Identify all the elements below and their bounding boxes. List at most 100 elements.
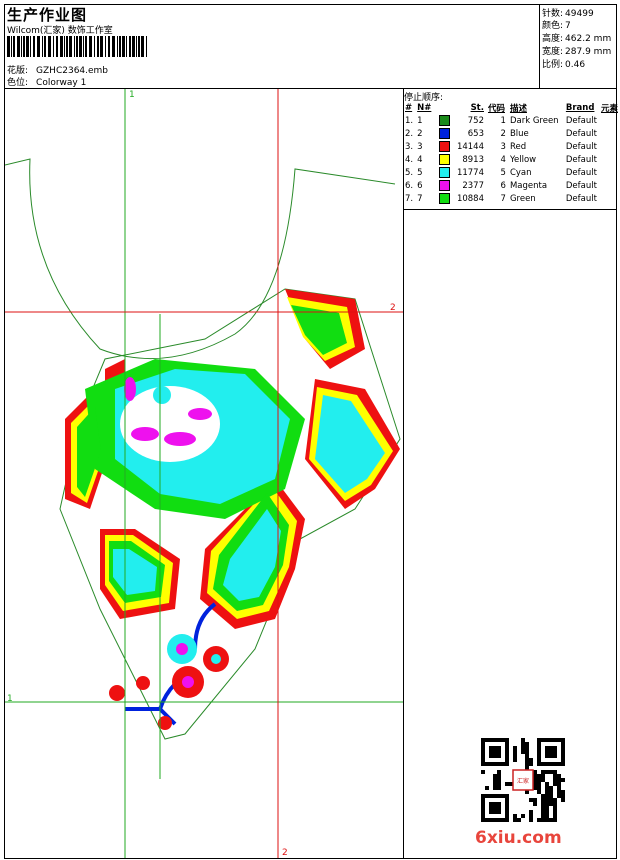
qr-code: 汇家 xyxy=(481,738,565,822)
row-index: 6. xyxy=(405,180,414,191)
row-brand: Default xyxy=(565,115,597,126)
col-description: 描述 xyxy=(509,103,527,114)
design-center-dot xyxy=(153,386,171,404)
stats-divider xyxy=(539,4,540,88)
color-swatch xyxy=(437,166,452,179)
row-brand: Default xyxy=(565,180,597,191)
row-element xyxy=(599,140,620,153)
colorway-label: 色位: xyxy=(7,78,29,88)
row-code: 2 xyxy=(500,128,506,139)
row-brand: Default xyxy=(565,141,597,152)
row-code: 4 xyxy=(500,154,506,165)
row-description: Dark Green xyxy=(509,115,559,126)
row-stitches: 2377 xyxy=(462,180,484,191)
row-description: Yellow xyxy=(509,154,537,165)
row-index: 2. xyxy=(405,128,414,139)
design-stem-blue xyxy=(125,602,217,726)
design-flower-red-1-center xyxy=(211,654,221,664)
row-index: 1. xyxy=(405,115,414,126)
row-element xyxy=(599,153,620,166)
row-index: 5. xyxy=(405,167,414,178)
stop-sequence-table: # N# St. 代码 描述 Brand 元素 1. 1 752 1 Dark Gree… xyxy=(403,101,620,205)
color-swatch xyxy=(437,153,452,166)
legend-divider xyxy=(403,209,617,210)
embroidery-design-canvas: 1 1 2 2 xyxy=(5,89,403,858)
row-description: Magenta xyxy=(509,180,548,191)
row-stitches: 10884 xyxy=(456,193,484,204)
color-swatch-box xyxy=(439,115,451,126)
red-h-guide-label: 2 xyxy=(390,303,396,313)
col-index: # xyxy=(405,102,413,113)
row-needle: 5 xyxy=(417,167,423,178)
red-v-guide-label: 2 xyxy=(282,848,288,858)
row-brand: Default xyxy=(565,128,597,139)
row-brand: Default xyxy=(565,193,597,204)
table-row: 7. 7 10884 7 Green Default xyxy=(403,192,620,205)
row-code: 5 xyxy=(500,167,506,178)
colorway-name: Colorway 1 xyxy=(36,78,87,88)
col-element: 元素 xyxy=(600,103,618,114)
row-description: Cyan xyxy=(509,167,532,178)
color-swatch-box xyxy=(439,154,451,165)
row-index: 4. xyxy=(405,154,414,165)
green-v-guide-label: 1 xyxy=(129,90,135,100)
color-swatch-box xyxy=(439,141,451,152)
color-swatch-box xyxy=(439,128,451,139)
green-h-guide-label: 1 xyxy=(7,694,13,704)
table-row: 6. 6 2377 6 Magenta Default xyxy=(403,179,620,192)
row-index: 3. xyxy=(405,141,414,152)
row-code: 7 xyxy=(500,193,506,204)
row-element xyxy=(599,166,620,179)
col-needle: N# xyxy=(417,102,432,113)
design-berry-1 xyxy=(109,685,125,701)
color-swatch xyxy=(437,140,452,153)
row-brand: Default xyxy=(565,167,597,178)
stat-color-count: 颜色: 7 xyxy=(542,21,571,31)
colorway-line: 色位: Colorway 1 xyxy=(7,75,86,88)
row-needle: 1 xyxy=(417,115,423,126)
qr-stamp-text: 汇家 xyxy=(517,777,529,785)
row-element xyxy=(599,127,620,140)
row-element xyxy=(599,192,620,205)
row-code: 3 xyxy=(500,141,506,152)
table-row: 5. 5 11774 5 Cyan Default xyxy=(403,166,620,179)
row-stitches: 752 xyxy=(467,115,484,126)
sheet-title: 生产作业图 xyxy=(7,6,88,24)
row-code: 1 xyxy=(500,115,506,126)
row-description: Red xyxy=(509,141,527,152)
row-stitches: 11774 xyxy=(456,167,484,178)
row-stitches: 8913 xyxy=(462,154,484,165)
row-index: 7. xyxy=(405,193,414,204)
row-description: Green xyxy=(509,193,536,204)
row-needle: 4 xyxy=(417,154,423,165)
col-stitches: St. xyxy=(470,102,484,113)
row-needle: 3 xyxy=(417,141,423,152)
col-brand: Brand xyxy=(565,102,595,113)
color-swatch xyxy=(437,192,452,205)
row-code: 6 xyxy=(500,180,506,191)
design-flower-cyan-center xyxy=(176,643,188,655)
color-swatch xyxy=(437,114,452,127)
row-needle: 6 xyxy=(417,180,423,191)
row-stitches: 14144 xyxy=(456,141,484,152)
row-element xyxy=(599,179,620,192)
row-stitches: 653 xyxy=(467,128,484,139)
table-header-row: # N# St. 代码 描述 Brand 元素 xyxy=(403,101,620,114)
row-description: Blue xyxy=(509,128,529,139)
color-swatch xyxy=(437,179,452,192)
color-swatch xyxy=(437,127,452,140)
barcode xyxy=(7,36,147,57)
table-row: 1. 1 752 1 Dark Green Default xyxy=(403,114,620,127)
design-flower-red-2-center xyxy=(182,676,194,688)
design-berry-2 xyxy=(136,676,150,690)
table-row: 4. 4 8913 4 Yellow Default xyxy=(403,153,620,166)
color-swatch-box xyxy=(439,180,451,191)
row-needle: 2 xyxy=(417,128,423,139)
table-row: 3. 3 14144 3 Red Default xyxy=(403,140,620,153)
stat-width: 宽度: 287.9 mm xyxy=(542,47,612,57)
studio-name: Wilcom(汇家) 数饰工作室 xyxy=(7,26,113,36)
row-brand: Default xyxy=(565,154,597,165)
table-row: 2. 2 653 2 Blue Default xyxy=(403,127,620,140)
color-swatch-box xyxy=(439,167,451,178)
watermark-logo: 6xiu.com xyxy=(475,828,562,848)
